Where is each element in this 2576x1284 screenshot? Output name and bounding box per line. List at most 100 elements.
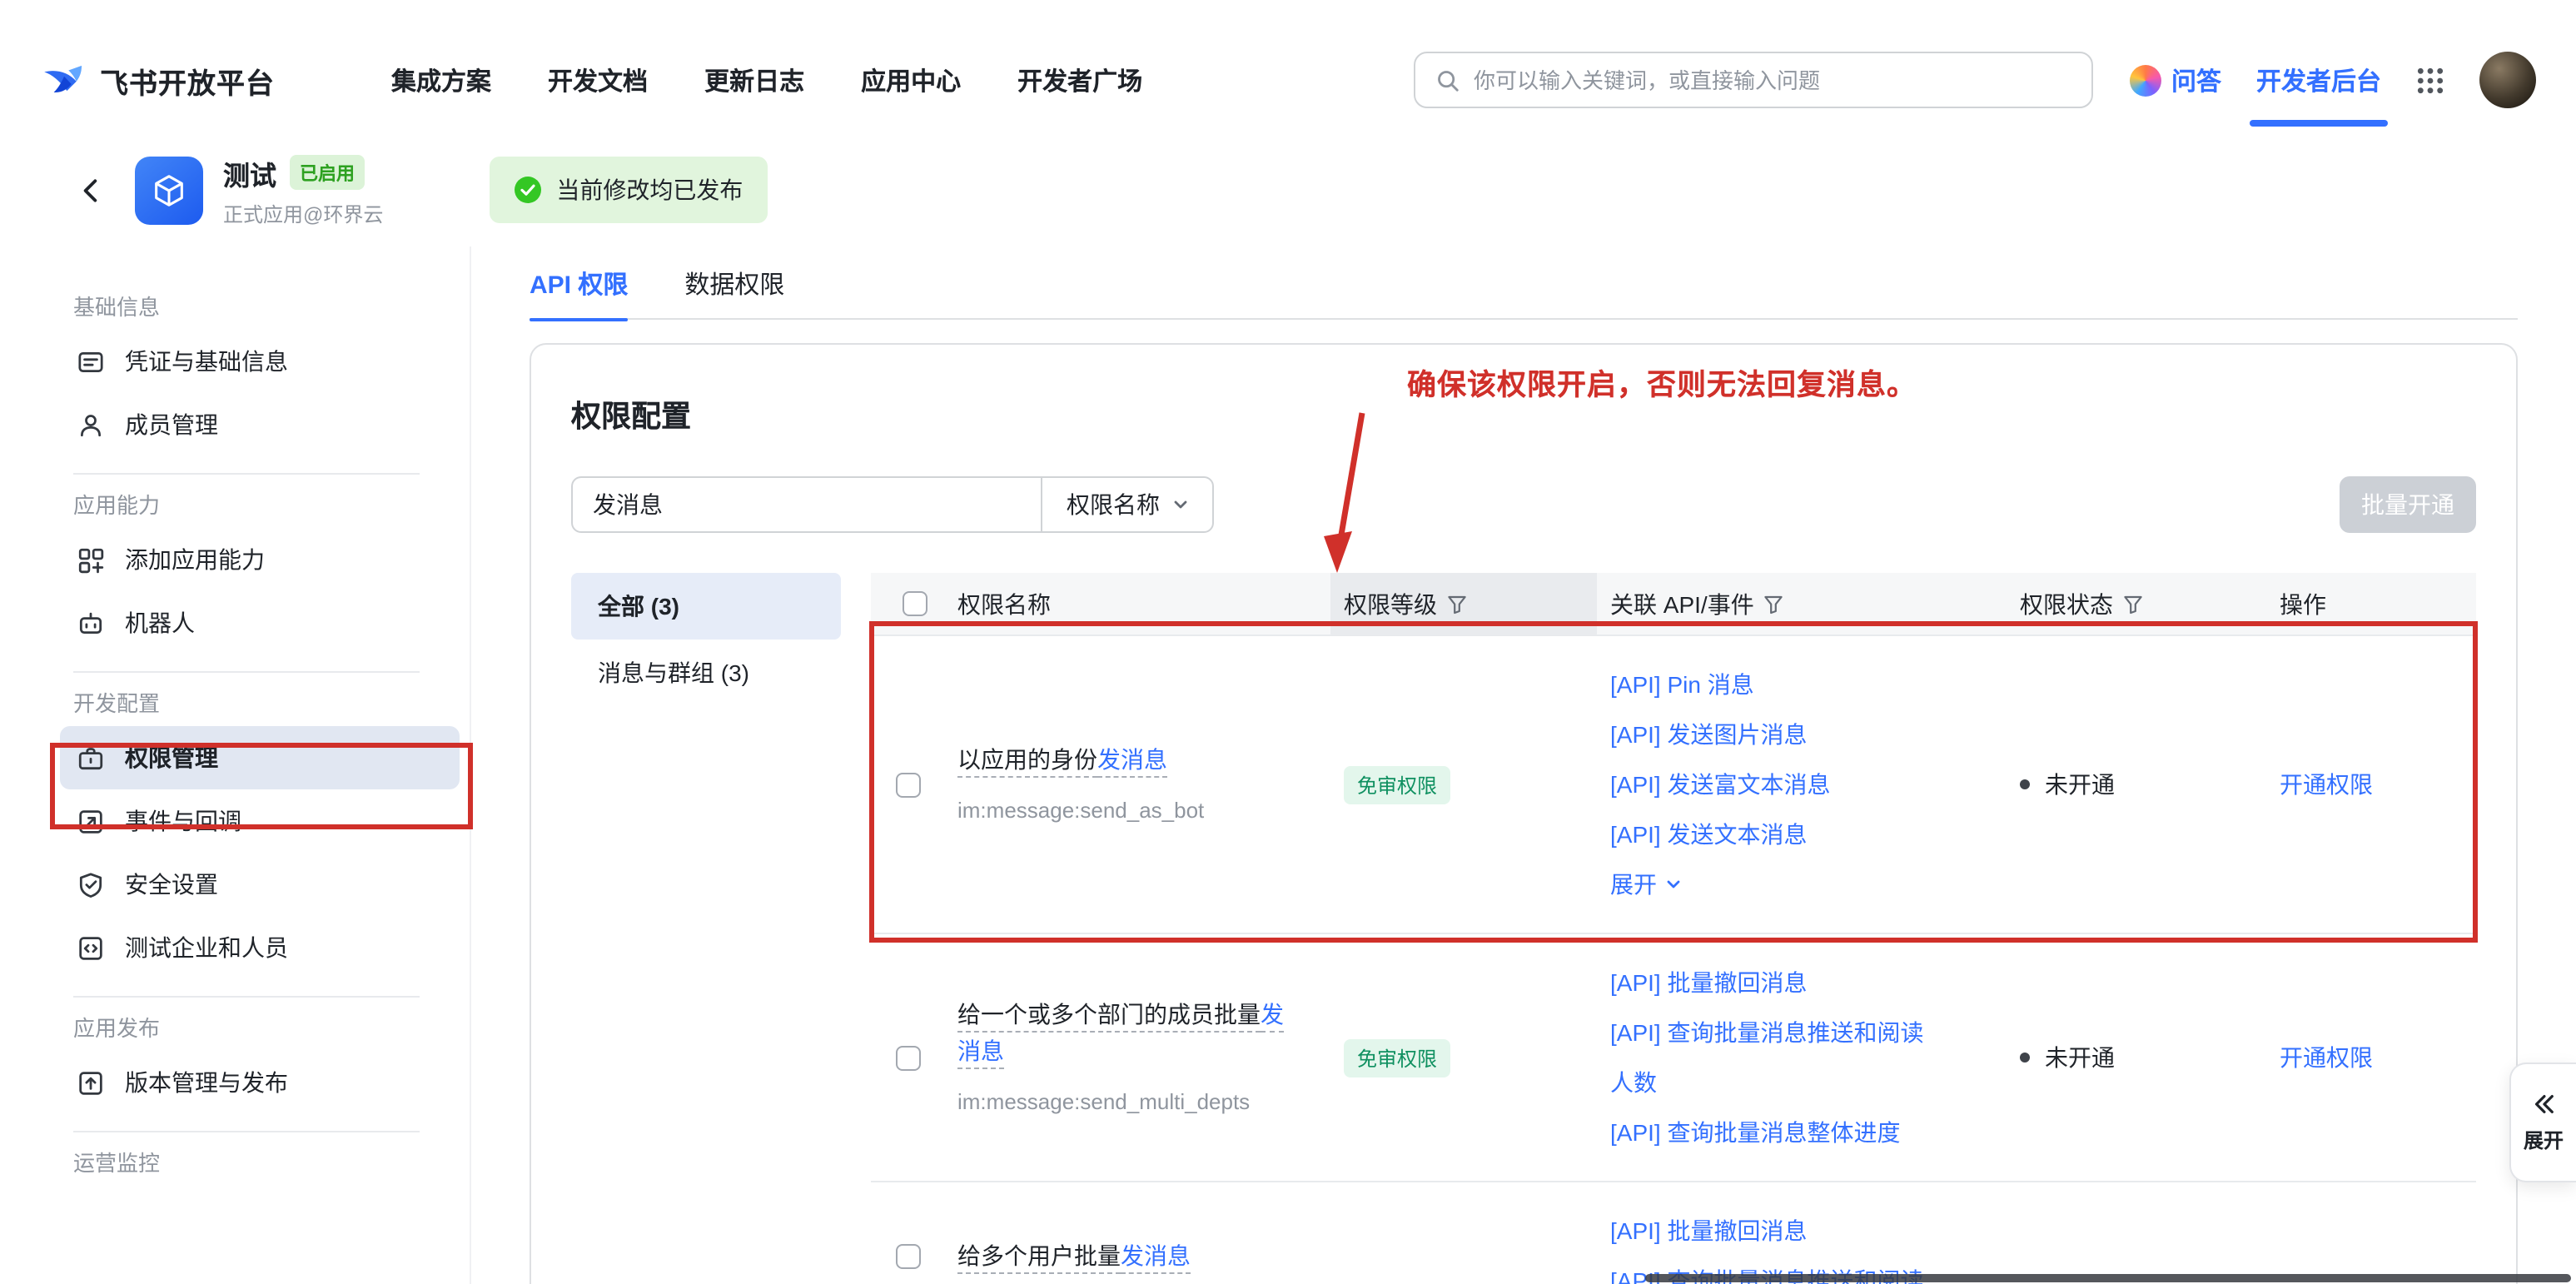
table-row: 给多个用户批量发消息 [API] 批量撤回消息 [API] 查询批量消息推送和阅… <box>871 1182 2476 1284</box>
api-link[interactable]: [API] 发送富文本消息 <box>1610 759 1943 809</box>
nav-item-integration[interactable]: 集成方案 <box>391 62 491 97</box>
credential-icon <box>77 347 105 376</box>
sidebar-section-basic-info: 基础信息 <box>73 293 420 323</box>
select-all-checkbox[interactable] <box>902 591 927 616</box>
bot-icon <box>77 609 105 637</box>
permission-config-card: 权限配置 权限名称 批量开通 全 <box>530 343 2518 1284</box>
brand-logo[interactable]: 飞书开放平台 <box>40 57 275 103</box>
chevron-down-icon <box>1665 876 1682 893</box>
test-icon <box>77 933 105 962</box>
permission-name[interactable]: 给多个用户批量发消息 <box>957 1242 1191 1269</box>
sidebar-item-credentials[interactable]: 凭证与基础信息 <box>60 330 460 393</box>
apps-grid-icon[interactable] <box>2416 66 2444 94</box>
nav-item-dev-plaza[interactable]: 开发者广场 <box>1017 62 1142 97</box>
nav-item-docs[interactable]: 开发文档 <box>548 62 648 97</box>
app-meta: 测试 已启用 正式应用@环界云 <box>223 152 383 227</box>
sidebar-divider <box>73 671 420 673</box>
filter-icon[interactable] <box>1764 594 1784 614</box>
check-circle-icon <box>515 177 541 203</box>
sidebar: 基础信息 凭证与基础信息 成员管理 应用能力 <box>0 246 471 1284</box>
permission-status-cell: 未开通 <box>2007 1041 2266 1074</box>
active-tab-underline <box>530 317 628 321</box>
permission-name[interactable]: 给一个或多个部门的成员批量发消息 <box>957 1000 1284 1063</box>
sidebar-item-add-capability[interactable]: 添加应用能力 <box>60 528 460 591</box>
nav-item-changelog[interactable]: 更新日志 <box>704 62 804 97</box>
header-status: 权限状态 <box>2007 573 2266 635</box>
app-subtitle: 正式应用@环界云 <box>223 199 383 227</box>
search-field-select[interactable]: 权限名称 <box>1041 476 1214 533</box>
sidebar-item-permissions[interactable]: 权限管理 <box>60 726 460 789</box>
action-cell: 开通权限 <box>2266 768 2476 801</box>
category-im-group[interactable]: 消息与群组 (3) <box>571 640 841 706</box>
nav-right-cluster: 问答 开发者后台 <box>2130 52 2536 108</box>
console-label: 开发者后台 <box>2256 67 2381 96</box>
row-checkbox[interactable] <box>895 1243 920 1268</box>
open-permission-link[interactable]: 开通权限 <box>2280 1044 2373 1071</box>
permission-status-cell: 未开通 <box>2007 768 2266 801</box>
content: 基础信息 凭证与基础信息 成员管理 应用能力 <box>0 246 2576 1284</box>
api-link[interactable]: [API] 发送文本消息 <box>1610 809 1943 859</box>
open-permission-link[interactable]: 开通权限 <box>2280 771 2373 798</box>
sidebar-section-dev-config: 开发配置 <box>73 689 420 719</box>
category-list: 全部 (3) 消息与群组 (3) <box>571 573 841 1284</box>
row-checkbox[interactable] <box>895 1045 920 1070</box>
expand-panel-button[interactable]: 展开 <box>2509 1063 2576 1182</box>
permission-level-cell: 免审权限 <box>1330 765 1597 804</box>
permission-name-cell: 以应用的身份发消息 im:message:send_as_bot <box>944 740 1330 829</box>
api-link[interactable]: [API] Pin 消息 <box>1610 659 1943 709</box>
sidebar-item-test-org[interactable]: 测试企业和人员 <box>60 916 460 979</box>
sidebar-divider <box>73 1131 420 1132</box>
app-header-bar: 测试 已启用 正式应用@环界云 当前修改均已发布 <box>0 133 2576 246</box>
publish-status-banner: 当前修改均已发布 <box>490 157 768 223</box>
batch-open-button[interactable]: 批量开通 <box>2340 476 2476 533</box>
level-badge: 免审权限 <box>1344 765 1450 804</box>
api-link[interactable]: [API] 批量撤回消息 <box>1610 958 1943 1008</box>
api-link[interactable]: [API] 查询批量消息整体进度 <box>1610 1107 1943 1157</box>
sidebar-item-version[interactable]: 版本管理与发布 <box>60 1051 460 1114</box>
header-action: 操作 <box>2266 573 2476 635</box>
permission-search-input[interactable] <box>571 476 1041 533</box>
filter-icon[interactable] <box>2123 594 2143 614</box>
main-area: API 权限 数据权限 权限配置 权限名称 <box>471 246 2576 1284</box>
qa-label: 问答 <box>2171 62 2221 97</box>
sidebar-item-events[interactable]: 事件与回调 <box>60 789 460 853</box>
app-cube-icon <box>150 171 188 209</box>
app-status-badge: 已启用 <box>290 155 365 190</box>
nav-item-app-center[interactable]: 应用中心 <box>861 62 961 97</box>
api-link[interactable]: [API] 发送图片消息 <box>1610 709 1943 759</box>
active-nav-underline <box>2250 120 2388 126</box>
api-link[interactable]: [API] 查询批量消息推送和阅读人数 <box>1610 1008 1943 1107</box>
filter-icon[interactable] <box>1447 594 1467 614</box>
permission-search-group: 权限名称 <box>571 476 1214 533</box>
status-dot <box>2020 1053 2030 1063</box>
add-capability-icon <box>77 545 105 574</box>
sidebar-item-security[interactable]: 安全设置 <box>60 853 460 916</box>
search-icon <box>1435 67 1460 92</box>
sidebar-item-bot[interactable]: 机器人 <box>60 591 460 654</box>
sidebar-item-members[interactable]: 成员管理 <box>60 393 460 456</box>
horizontal-scrollbar[interactable] <box>1645 1274 2571 1282</box>
event-icon <box>77 807 105 835</box>
permission-code: im:message:send_as_bot <box>957 792 1290 829</box>
avatar[interactable] <box>2479 52 2536 108</box>
table-body-row: 全部 (3) 消息与群组 (3) 权限名称 权限等级 <box>571 573 2476 1284</box>
header-api: 关联 API/事件 <box>1597 573 2007 635</box>
expand-apis-link[interactable]: 展开 <box>1610 859 1682 909</box>
back-icon[interactable] <box>77 176 105 204</box>
sidebar-section-release: 应用发布 <box>73 1014 420 1044</box>
qa-link[interactable]: 问答 <box>2130 62 2221 97</box>
api-link[interactable]: [API] 批量撤回消息 <box>1610 1206 1943 1256</box>
permission-name[interactable]: 以应用的身份发消息 <box>957 745 1167 772</box>
tab-api-permissions[interactable]: API 权限 <box>530 266 628 321</box>
row-checkbox[interactable] <box>895 772 920 797</box>
category-all[interactable]: 全部 (3) <box>571 573 841 640</box>
global-search-input[interactable] <box>1474 67 2071 92</box>
permission-level-cell: 免审权限 <box>1330 1038 1597 1077</box>
chevron-down-icon <box>1171 496 1188 513</box>
permission-name-cell: 给一个或多个部门的成员批量发消息 im:message:send_multi_d… <box>944 995 1330 1120</box>
sidebar-divider <box>73 996 420 998</box>
console-link[interactable]: 开发者后台 <box>2256 62 2381 97</box>
tab-data-permissions[interactable]: 数据权限 <box>684 266 784 321</box>
global-search-box[interactable] <box>1414 52 2093 108</box>
table-row: 给一个或多个部门的成员批量发消息 im:message:send_multi_d… <box>871 934 2476 1182</box>
